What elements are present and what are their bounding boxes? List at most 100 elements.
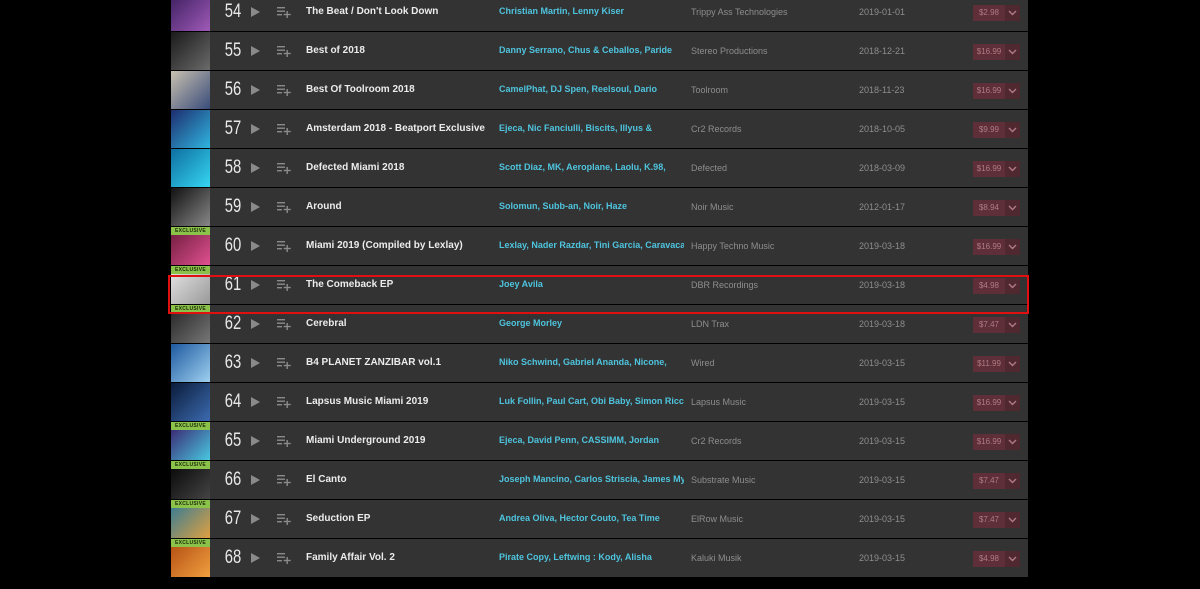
release-artists-link[interactable]: Pirate Copy, Leftwing : Kody, Alisha xyxy=(499,539,684,577)
buy-price-button[interactable]: $16.99 xyxy=(973,434,1005,450)
chart-row[interactable]: 58 Defected Miami 2018 Scott Diaz, MK, Aer… xyxy=(171,149,1028,187)
add-to-queue-icon[interactable] xyxy=(277,5,291,19)
release-artwork[interactable]: EXCLUSIVE xyxy=(171,305,210,343)
play-icon[interactable] xyxy=(251,319,260,329)
release-artists-link[interactable]: Andrea Oliva, Hector Couto, Tea Time xyxy=(499,500,684,538)
buy-price-button[interactable]: $2.98 xyxy=(973,5,1005,21)
release-label-link[interactable]: Stereo Productions xyxy=(691,32,851,70)
release-artists-link[interactable]: Danny Serrano, Chus & Ceballos, Paride xyxy=(499,32,684,70)
release-label-link[interactable]: DBR Recordings xyxy=(691,266,851,304)
chart-row[interactable]: 59 Around Solomun, Subb-an, Noir, Haze Noir… xyxy=(171,188,1028,226)
buy-price-button[interactable]: $7.47 xyxy=(973,317,1005,333)
chevron-down-icon[interactable] xyxy=(1005,122,1020,138)
play-icon[interactable] xyxy=(251,436,260,446)
release-title-link[interactable]: Around xyxy=(306,188,491,226)
play-icon[interactable] xyxy=(251,7,260,17)
release-artists-link[interactable]: Joseph Mancino, Carlos Striscia, James M… xyxy=(499,461,684,499)
release-artwork[interactable]: EXCLUSIVE xyxy=(171,539,210,577)
release-label-link[interactable]: Substrate Music xyxy=(691,461,851,499)
release-artwork[interactable] xyxy=(171,0,210,31)
play-icon[interactable] xyxy=(251,85,260,95)
chevron-down-icon[interactable] xyxy=(1005,512,1020,528)
chevron-down-icon[interactable] xyxy=(1005,5,1020,21)
release-artwork[interactable] xyxy=(171,110,210,148)
buy-price-button[interactable]: $7.47 xyxy=(973,512,1005,528)
chevron-down-icon[interactable] xyxy=(1005,161,1020,177)
release-artists-link[interactable]: Ejeca, Nic Fanciulli, Biscits, Illyus & xyxy=(499,110,684,148)
release-title-link[interactable]: B4 PLANET ZANZIBAR vol.1 xyxy=(306,344,491,382)
chevron-down-icon[interactable] xyxy=(1005,551,1020,567)
buy-price-button[interactable]: $16.99 xyxy=(973,395,1005,411)
release-artwork[interactable] xyxy=(171,149,210,187)
buy-price-button[interactable]: $16.99 xyxy=(973,239,1005,255)
release-title-link[interactable]: Family Affair Vol. 2 xyxy=(306,539,491,577)
chevron-down-icon[interactable] xyxy=(1005,356,1020,372)
release-label-link[interactable]: Lapsus Music xyxy=(691,383,851,421)
add-to-queue-icon[interactable] xyxy=(277,434,291,448)
chart-row[interactable]: EXCLUSIVE 66 El Canto Joseph Mancino, Carlo… xyxy=(171,461,1028,499)
release-artwork[interactable] xyxy=(171,71,210,109)
play-icon[interactable] xyxy=(251,202,260,212)
release-label-link[interactable]: Kaluki Musik xyxy=(691,539,851,577)
chart-row[interactable]: EXCLUSIVE 61 The Comeback EP Joey Avila DBR … xyxy=(171,266,1028,304)
chart-row[interactable]: EXCLUSIVE 67 Seduction EP Andrea Oliva, Hec… xyxy=(171,500,1028,538)
release-artists-link[interactable]: Lexlay, Nader Razdar, Tini Garcia, Carav… xyxy=(499,227,684,265)
release-title-link[interactable]: Amsterdam 2018 - Beatport Exclusive xyxy=(306,110,491,148)
chevron-down-icon[interactable] xyxy=(1005,44,1020,60)
add-to-queue-icon[interactable] xyxy=(277,356,291,370)
chart-row[interactable]: 64 Lapsus Music Miami 2019 Luk Follin, Pau… xyxy=(171,383,1028,421)
release-title-link[interactable]: Seduction EP xyxy=(306,500,491,538)
buy-price-button[interactable]: $7.47 xyxy=(973,473,1005,489)
release-artists-link[interactable]: CamelPhat, DJ Spen, Reelsoul, Dario xyxy=(499,71,684,109)
release-artists-link[interactable]: Christian Martin, Lenny Kiser xyxy=(499,0,684,31)
buy-price-button[interactable]: $4.98 xyxy=(973,278,1005,294)
release-title-link[interactable]: Miami 2019 (Compiled by Lexlay) xyxy=(306,227,491,265)
chart-row[interactable]: 63 B4 PLANET ZANZIBAR vol.1 Niko Schwind, … xyxy=(171,344,1028,382)
add-to-queue-icon[interactable] xyxy=(277,278,291,292)
chevron-down-icon[interactable] xyxy=(1005,278,1020,294)
chart-row[interactable]: 57 Amsterdam 2018 - Beatport Exclusive Eje… xyxy=(171,110,1028,148)
add-to-queue-icon[interactable] xyxy=(277,83,291,97)
chart-row[interactable]: EXCLUSIVE 60 Miami 2019 (Compiled by Lexla… xyxy=(171,227,1028,265)
release-label-link[interactable]: Happy Techno Music xyxy=(691,227,851,265)
release-artwork[interactable] xyxy=(171,383,210,421)
chevron-down-icon[interactable] xyxy=(1005,395,1020,411)
release-artwork[interactable]: EXCLUSIVE xyxy=(171,227,210,265)
add-to-queue-icon[interactable] xyxy=(277,239,291,253)
release-title-link[interactable]: Cerebral xyxy=(306,305,491,343)
chart-row[interactable]: EXCLUSIVE 62 Cerebral George Morley LDN Trax… xyxy=(171,305,1028,343)
play-icon[interactable] xyxy=(251,553,260,563)
chevron-down-icon[interactable] xyxy=(1005,317,1020,333)
chart-row[interactable]: 56 Best Of Toolroom 2018 CamelPhat, DJ Spe… xyxy=(171,71,1028,109)
release-artwork[interactable] xyxy=(171,188,210,226)
release-label-link[interactable]: Wired xyxy=(691,344,851,382)
release-artists-link[interactable]: George Morley xyxy=(499,305,684,343)
buy-price-button[interactable]: $9.99 xyxy=(973,122,1005,138)
chart-row[interactable]: EXCLUSIVE 68 Family Affair Vol. 2 Pirate Co… xyxy=(171,539,1028,577)
buy-price-button[interactable]: $16.99 xyxy=(973,161,1005,177)
release-title-link[interactable]: The Comeback EP xyxy=(306,266,491,304)
chevron-down-icon[interactable] xyxy=(1005,239,1020,255)
release-label-link[interactable]: LDN Trax xyxy=(691,305,851,343)
release-artists-link[interactable]: Luk Follin, Paul Cart, Obi Baby, Simon R… xyxy=(499,383,684,421)
release-label-link[interactable]: Cr2 Records xyxy=(691,422,851,460)
release-label-link[interactable]: Defected xyxy=(691,149,851,187)
release-artists-link[interactable]: Ejeca, David Penn, CASSIMM, Jordan xyxy=(499,422,684,460)
add-to-queue-icon[interactable] xyxy=(277,473,291,487)
release-artwork[interactable]: EXCLUSIVE xyxy=(171,500,210,538)
release-title-link[interactable]: The Beat / Don't Look Down xyxy=(306,0,491,31)
play-icon[interactable] xyxy=(251,514,260,524)
release-label-link[interactable]: ElRow Music xyxy=(691,500,851,538)
release-title-link[interactable]: El Canto xyxy=(306,461,491,499)
add-to-queue-icon[interactable] xyxy=(277,551,291,565)
release-artwork[interactable]: EXCLUSIVE xyxy=(171,266,210,304)
chevron-down-icon[interactable] xyxy=(1005,473,1020,489)
buy-price-button[interactable]: $16.99 xyxy=(973,83,1005,99)
play-icon[interactable] xyxy=(251,475,260,485)
release-label-link[interactable]: Noir Music xyxy=(691,188,851,226)
play-icon[interactable] xyxy=(251,358,260,368)
release-label-link[interactable]: Toolroom xyxy=(691,71,851,109)
add-to-queue-icon[interactable] xyxy=(277,317,291,331)
release-artists-link[interactable]: Solomun, Subb-an, Noir, Haze xyxy=(499,188,684,226)
chevron-down-icon[interactable] xyxy=(1005,434,1020,450)
